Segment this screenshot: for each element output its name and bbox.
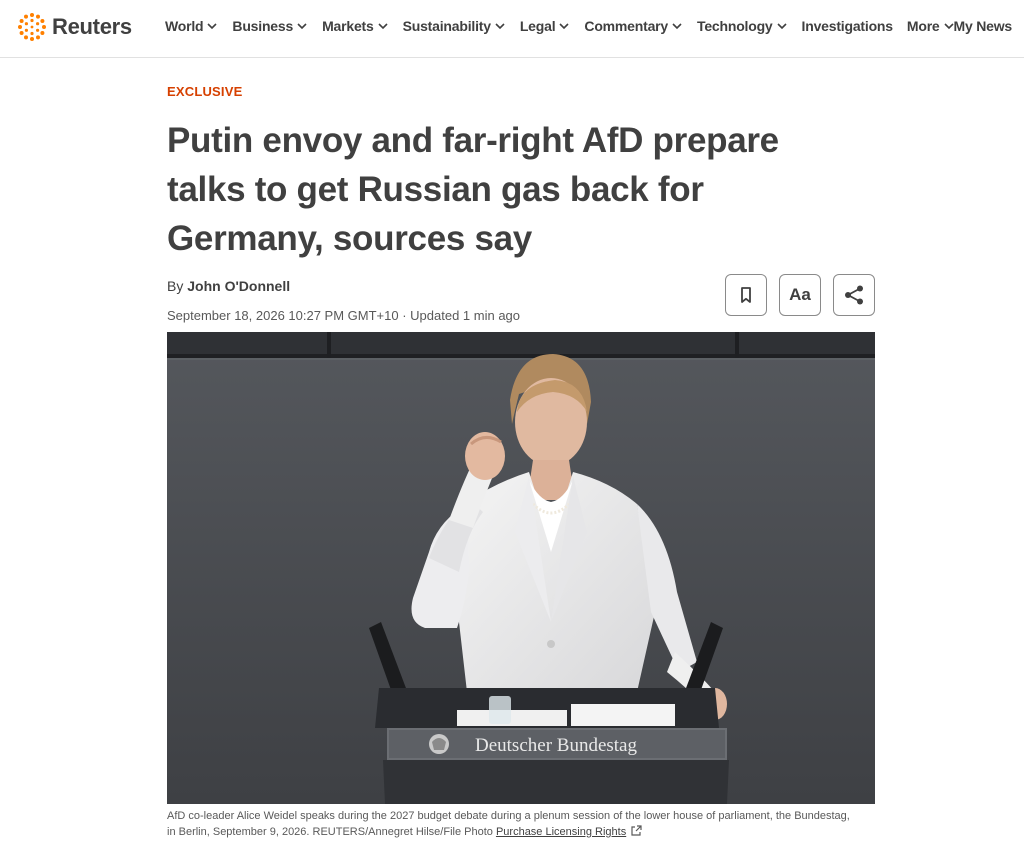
lead-photo[interactable]: Deutscher Bundestag	[167, 332, 875, 804]
chevron-down-icon	[207, 23, 217, 30]
article-headline: Putin envoy and far-right AfD prepare ta…	[167, 121, 779, 258]
nav-item-label: Sustainability	[402, 18, 491, 34]
bundestag-photo: Deutscher Bundestag	[167, 332, 875, 804]
nav-item-label: Technology	[697, 18, 773, 34]
nav-item-markets[interactable]: Markets	[322, 18, 389, 34]
article-tools: Aa	[725, 274, 875, 316]
nav-item-label: World	[165, 18, 204, 34]
external-link-icon	[631, 825, 642, 836]
nav-item-legal[interactable]: Legal	[520, 18, 571, 34]
purchase-licensing-link[interactable]: Purchase Licensing Rights	[496, 826, 626, 838]
nav-item-commentary[interactable]: Commentary	[584, 18, 683, 34]
nav-item-label: Investigations	[801, 18, 894, 34]
photo-caption: AfD co-leader Alice Weidel speaks during…	[167, 808, 875, 840]
share-icon	[845, 285, 863, 305]
chevron-down-icon	[495, 23, 505, 30]
chevron-down-icon	[559, 23, 569, 30]
nav-item-technology[interactable]: Technology	[697, 18, 788, 34]
exclusive-label[interactable]: Exclusive	[167, 84, 875, 99]
nav-item-label: Commentary	[584, 18, 668, 34]
chevron-down-icon	[672, 23, 682, 30]
nav-item-label: Legal	[519, 18, 556, 34]
nav-item-business[interactable]: Business	[232, 18, 308, 34]
caption-text-line2: in Berlin, September 9, 2026. REUTERS/An…	[167, 826, 493, 838]
nav-item-sustainability[interactable]: Sustainability	[403, 18, 506, 34]
bookmark-icon	[741, 287, 751, 303]
reuters-logo-icon	[18, 13, 46, 41]
nav-item-world[interactable]: World	[165, 18, 218, 34]
chevron-down-icon	[378, 23, 388, 30]
main-nav: World Business Markets Sustainability Legal C…	[165, 18, 969, 34]
author-link[interactable]: John O'Donnell	[187, 278, 290, 294]
reuters-logo[interactable]: Reuters	[16, 11, 132, 43]
caption-text-line1: AfD co-leader Alice Weidel speaks during…	[167, 810, 850, 822]
my-news-link[interactable]: My News	[953, 18, 1012, 34]
podium-sign-text: Deutscher Bundestag	[475, 735, 637, 756]
nav-item-label: Business	[232, 18, 294, 34]
bookmark-button[interactable]	[725, 274, 767, 316]
chevron-down-icon	[776, 23, 787, 30]
font-size-button[interactable]: Aa	[779, 274, 821, 316]
nav-item-more[interactable]: More	[907, 18, 955, 34]
nav-item-label: Markets	[322, 18, 374, 34]
byline-prefix: By	[167, 278, 184, 294]
share-button[interactable]	[833, 274, 875, 316]
site-header: Reuters World Business Markets Sustainabili…	[0, 0, 1024, 58]
chevron-down-icon	[297, 23, 307, 30]
nav-item-investigations[interactable]: Investigations	[801, 18, 894, 34]
nav-item-label: More	[906, 18, 940, 34]
brand-name: Reuters	[52, 14, 132, 39]
